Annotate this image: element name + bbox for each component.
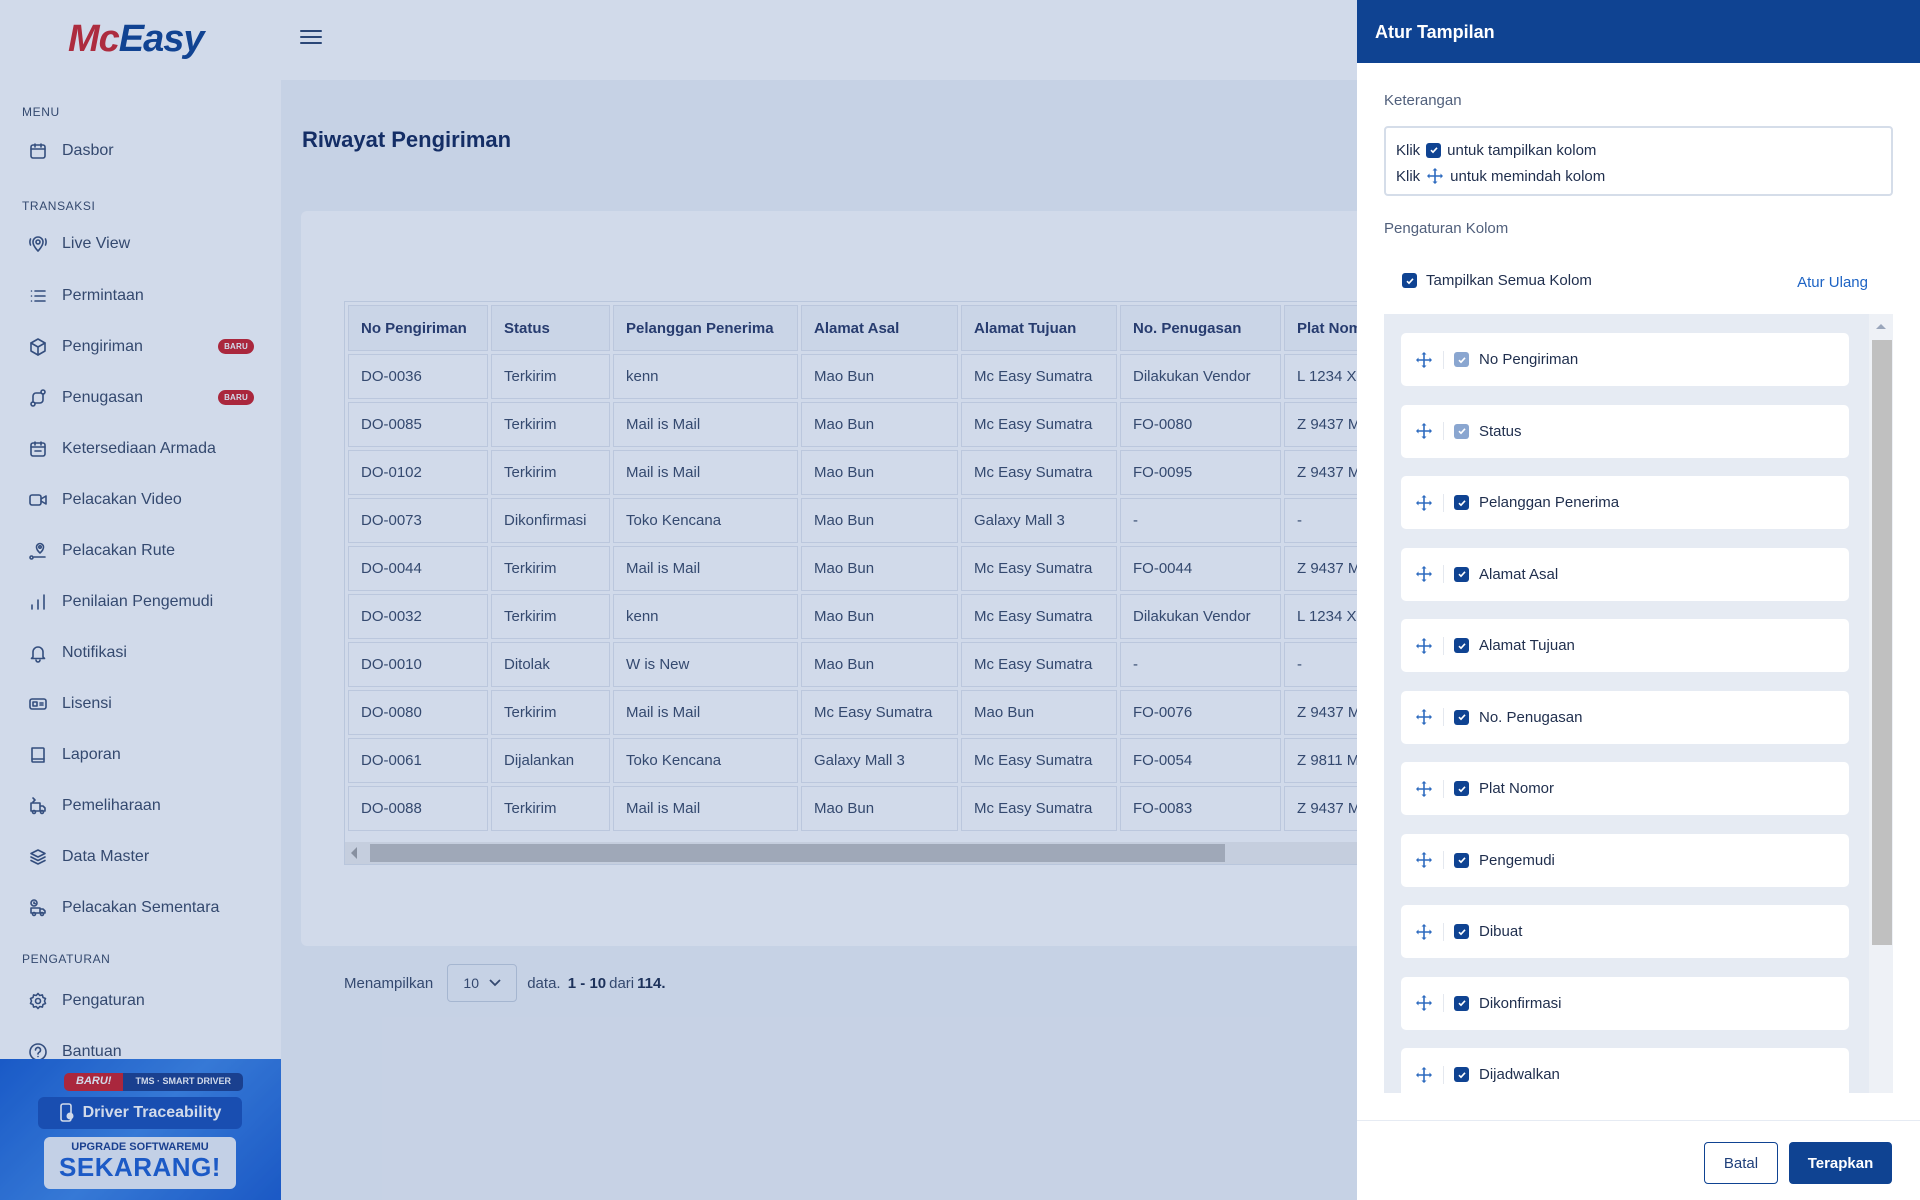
column-option-pelanggan-penerima[interactable]: Pelanggan Penerima bbox=[1401, 476, 1849, 529]
move-arrows-icon bbox=[1427, 168, 1444, 184]
checkbox-checked-icon bbox=[1454, 423, 1469, 439]
legend-move-text: untuk memindah kolom bbox=[1450, 167, 1606, 185]
column-option-dibuat[interactable]: Dibuat bbox=[1401, 905, 1849, 958]
column-list-scroll-thumb[interactable] bbox=[1872, 340, 1892, 945]
checkbox-checked-icon[interactable] bbox=[1454, 1067, 1469, 1082]
divider bbox=[1443, 922, 1444, 941]
move-arrows-icon[interactable] bbox=[1415, 923, 1433, 941]
apply-button[interactable]: Terapkan bbox=[1789, 1142, 1892, 1184]
column-option-label: No Pengiriman bbox=[1479, 351, 1579, 368]
show-all-columns-checkbox[interactable]: Tampilkan Semua Kolom bbox=[1402, 272, 1592, 289]
move-arrows-icon[interactable] bbox=[1415, 1066, 1433, 1084]
column-option-label: Pengemudi bbox=[1479, 851, 1555, 869]
divider bbox=[1443, 851, 1444, 869]
move-arrows-icon[interactable] bbox=[1415, 780, 1433, 798]
move-arrows-icon[interactable] bbox=[1415, 351, 1433, 369]
checkbox-checked-icon[interactable] bbox=[1454, 638, 1469, 653]
divider bbox=[1443, 422, 1444, 440]
display-settings-drawer: Atur Tampilan Keterangan Klik untuk tamp… bbox=[1357, 0, 1920, 1200]
column-option-plat-nomor[interactable]: Plat Nomor bbox=[1401, 762, 1849, 815]
column-option-label: Alamat Tujuan bbox=[1479, 637, 1575, 654]
column-option-dikonfirmasi[interactable]: Dikonfirmasi bbox=[1401, 976, 1849, 1030]
legend-show-text: untuk tampilkan kolom bbox=[1447, 141, 1597, 159]
column-option-label: Dijadwalkan bbox=[1479, 1066, 1560, 1083]
checkbox-checked-icon[interactable] bbox=[1454, 709, 1469, 725]
column-option-label: Dikonfirmasi bbox=[1479, 994, 1562, 1012]
checkbox-checked-icon[interactable] bbox=[1454, 566, 1469, 582]
column-list-scrollbar[interactable] bbox=[1869, 314, 1893, 1093]
column-option-no-pengiriman[interactable]: No Pengiriman bbox=[1401, 333, 1849, 386]
column-option-label: No. Penugasan bbox=[1479, 708, 1583, 726]
divider bbox=[1443, 779, 1444, 798]
column-option-label: Status bbox=[1479, 422, 1522, 440]
checkbox-checked-icon[interactable] bbox=[1402, 273, 1417, 288]
checkbox-checked-icon bbox=[1454, 352, 1469, 367]
column-option-alamat-asal[interactable]: Alamat Asal bbox=[1401, 547, 1849, 601]
checkbox-checked-icon[interactable] bbox=[1454, 995, 1469, 1011]
reset-link[interactable]: Atur Ulang bbox=[1797, 274, 1868, 291]
move-arrows-icon[interactable] bbox=[1415, 494, 1433, 512]
column-option-alamat-tujuan[interactable]: Alamat Tujuan bbox=[1401, 619, 1849, 672]
divider bbox=[1443, 565, 1444, 583]
drawer-title: Atur Tampilan bbox=[1357, 0, 1920, 63]
divider bbox=[1443, 493, 1444, 512]
divider bbox=[1443, 1065, 1444, 1084]
drawer-footer: Batal Terapkan bbox=[1357, 1120, 1920, 1200]
move-arrows-icon[interactable] bbox=[1415, 851, 1433, 869]
move-arrows-icon[interactable] bbox=[1415, 637, 1433, 655]
move-arrows-icon[interactable] bbox=[1415, 994, 1433, 1012]
column-option-label: Pelanggan Penerima bbox=[1479, 494, 1620, 511]
divider bbox=[1443, 636, 1444, 655]
checkbox-checked-icon[interactable] bbox=[1454, 495, 1469, 510]
legend-klik-1: Klik bbox=[1396, 141, 1421, 159]
divider bbox=[1443, 350, 1444, 369]
column-option-pengemudi[interactable]: Pengemudi bbox=[1401, 833, 1849, 887]
move-arrows-icon[interactable] bbox=[1415, 708, 1433, 726]
column-option-dijadwalkan[interactable]: Dijadwalkan bbox=[1401, 1048, 1849, 1093]
checkbox-checked-icon[interactable] bbox=[1454, 781, 1469, 796]
divider bbox=[1443, 708, 1444, 726]
show-all-columns-label: Tampilkan Semua Kolom bbox=[1426, 272, 1592, 289]
divider bbox=[1443, 994, 1444, 1012]
column-option-no-penugasan[interactable]: No. Penugasan bbox=[1401, 690, 1849, 744]
column-list: Dijadwalkan Dikonfirmasi Dibuat Pengemudi Pl… bbox=[1384, 314, 1893, 1093]
column-option-status[interactable]: Status bbox=[1401, 404, 1849, 458]
scroll-up-arrow-icon[interactable] bbox=[1876, 324, 1886, 329]
move-arrows-icon[interactable] bbox=[1415, 422, 1433, 440]
legend-label: Keterangan bbox=[1384, 92, 1462, 109]
checkbox-checked-icon[interactable] bbox=[1454, 924, 1469, 939]
column-option-label: Alamat Asal bbox=[1479, 565, 1559, 583]
checkbox-checked-icon[interactable] bbox=[1454, 852, 1469, 868]
legend-klik-2: Klik bbox=[1396, 167, 1421, 185]
column-settings-label: Pengaturan Kolom bbox=[1384, 220, 1509, 237]
cancel-button[interactable]: Batal bbox=[1704, 1142, 1778, 1184]
legend-box: Klik untuk tampilkan kolom Klik untuk me… bbox=[1384, 126, 1893, 196]
checkbox-legend-icon bbox=[1426, 142, 1442, 158]
column-option-label: Dibuat bbox=[1479, 923, 1523, 940]
column-option-label: Plat Nomor bbox=[1479, 780, 1555, 797]
move-arrows-icon[interactable] bbox=[1415, 565, 1433, 583]
